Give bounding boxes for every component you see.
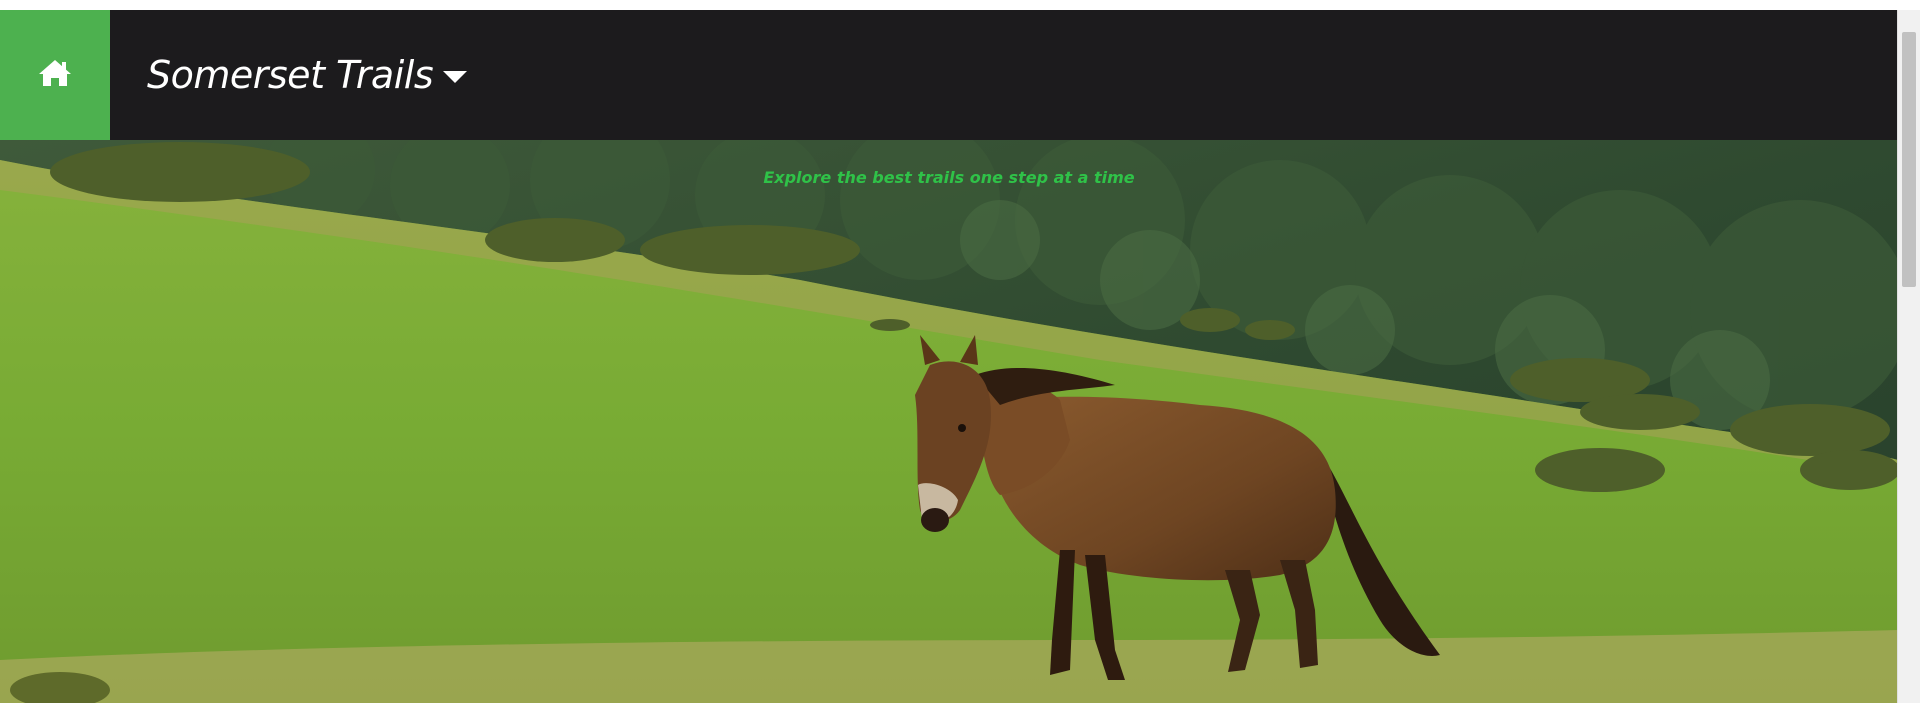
brand-menu[interactable]: Somerset Trails — [147, 53, 468, 97]
hero-banner: Explore the best trails one step at a ti… — [0, 140, 1898, 703]
home-icon — [38, 58, 72, 92]
brand-title: Somerset Trails — [147, 53, 434, 97]
hero-photo — [0, 140, 1898, 703]
page-scrollbar[interactable] — [1897, 10, 1920, 703]
hero-tagline: Explore the best trails one step at a ti… — [763, 168, 1135, 187]
navbar: Somerset Trails — [0, 10, 1898, 140]
caret-down-icon — [443, 71, 468, 83]
scrollbar-thumb[interactable] — [1902, 32, 1916, 287]
home-button[interactable] — [0, 10, 110, 140]
page-bottom-strip — [0, 703, 1920, 715]
